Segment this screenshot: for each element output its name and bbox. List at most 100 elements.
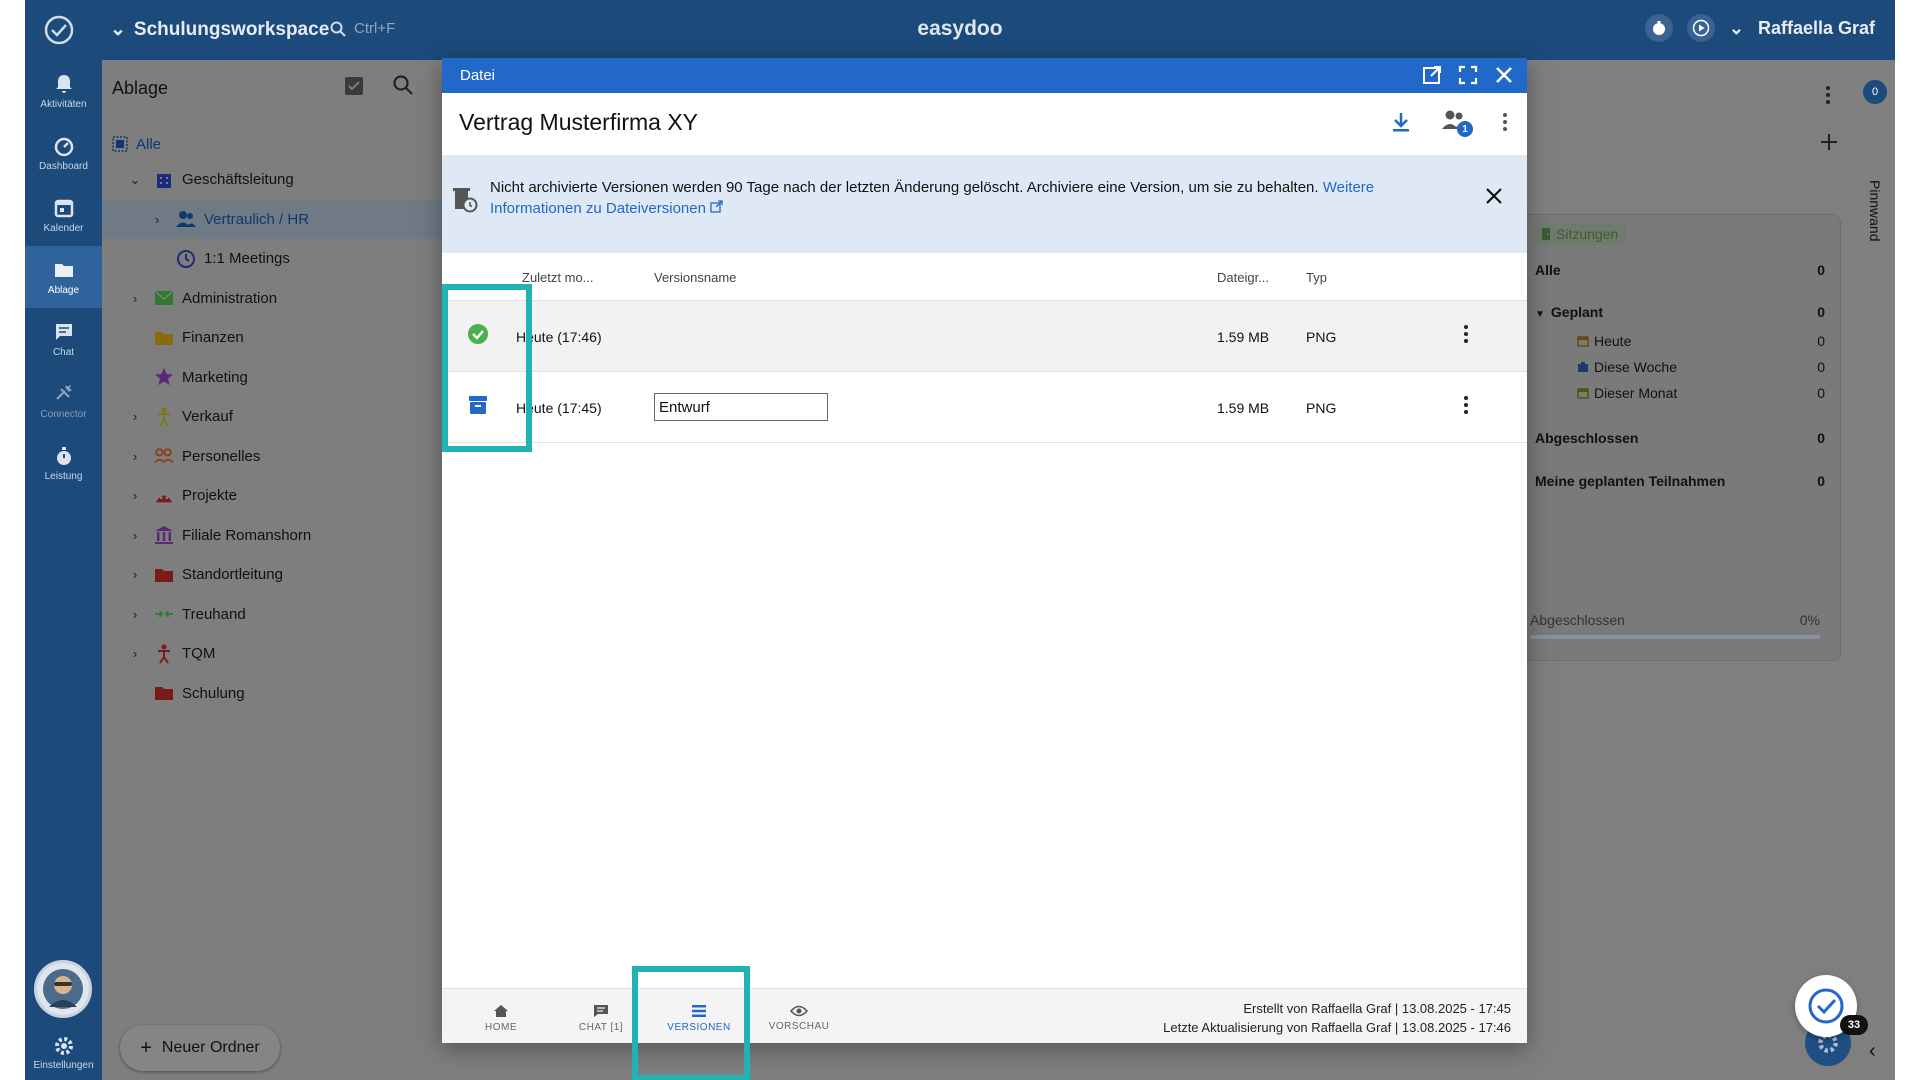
meetings-row-label: Dieser Monat [1594,385,1678,401]
meetings-row-label: Geplant [1550,304,1604,320]
folder-tqm[interactable]: › TQM [102,634,442,674]
rail-label: Ablage [47,285,80,296]
close-icon[interactable] [1485,187,1503,205]
tab-vorschau[interactable]: VORSCHAU [750,997,848,1039]
chevron-right-icon[interactable]: › [128,607,142,622]
caret-down-icon[interactable]: ▼ [1535,309,1545,320]
global-search[interactable]: Ctrl+F [330,20,395,37]
rail-item-leistung[interactable]: Leistung [25,432,102,494]
chevron-down-icon[interactable]: ⌄ [128,172,142,188]
meetings-row-heute[interactable]: Heute 0 [1535,333,1825,349]
version-name-input[interactable] [654,393,828,421]
avatar[interactable] [34,960,92,1018]
meetings-row-diese-woche[interactable]: Diese Woche 0 [1535,359,1825,375]
table-row[interactable]: Heute (17:46) 1.59 MB PNG [442,301,1527,372]
tab-home[interactable]: HOME [452,997,550,1039]
folder-treuhand[interactable]: › Treuhand [102,595,442,635]
clock-cycle-icon [176,249,196,269]
rail-item-dashboard[interactable]: Dashboard [25,122,102,184]
folder-administration[interactable]: › Administration [102,279,442,319]
plus-icon[interactable] [1819,132,1839,152]
folder-marketing[interactable]: Marketing [102,358,442,398]
workspace-selector[interactable]: ⌄ Schulungsworkspace [110,18,329,41]
pinnwand-count: 0 [1863,80,1887,104]
folder-personelles[interactable]: › Personelles [102,437,442,477]
envelope-icon [154,288,174,308]
retention-notice: Nicht archivierte Versionen werden 90 Ta… [442,155,1527,253]
table-row[interactable]: Heute (17:45) 1.59 MB PNG [442,372,1527,443]
folder-1-1-meetings[interactable]: 1:1 Meetings [102,239,442,279]
folder-finanzen[interactable]: Finanzen [102,318,442,358]
stopwatch-icon[interactable] [1644,14,1673,42]
calendar-icon [1577,388,1589,399]
connector-icon [55,384,72,400]
meetings-row-alle[interactable]: Alle 0 [1535,262,1825,278]
pinnwand-sidebar[interactable]: 0 Pinnwand ‹ [1855,60,1895,1080]
open-external-icon[interactable] [1421,64,1443,86]
folder-vertraulich-hr[interactable]: › Vertraulich / HR [102,199,442,239]
chevron-right-icon[interactable]: › [128,567,142,582]
file-actions: 1 [1391,109,1509,137]
versions-table: Zuletzt mo... Versionsname Dateigr... Ty… [442,253,1527,443]
folder-projekte[interactable]: › Projekte [102,476,442,516]
meetings-progress: Abgeschlossen 0% [1530,612,1820,628]
gear-icon [54,1036,73,1055]
tasks-count-badge: 33 [1840,1015,1868,1035]
stopwatch-icon [56,447,71,465]
checklist-icon[interactable] [342,74,366,98]
folder-standortleitung[interactable]: › Standortleitung [102,555,442,595]
rail-item-aktivitaeten[interactable]: Aktivitäten [25,60,102,122]
building-icon [154,170,174,190]
meetings-row-count: 0 [1817,304,1825,320]
column-header-name[interactable]: Versionsname [654,270,736,285]
robot-icon [154,486,174,506]
more-vertical-icon[interactable] [1462,323,1470,345]
new-folder-label: Neuer Ordner [161,1039,260,1056]
more-vertical-icon[interactable] [1823,84,1833,106]
folder-filiale-romanshorn[interactable]: › Filiale Romanshorn [102,516,442,556]
chevron-right-icon[interactable]: › [128,291,142,306]
close-icon[interactable] [1493,64,1515,86]
user-name[interactable]: Raffaella Graf [1758,18,1875,39]
play-icon[interactable] [1686,14,1715,42]
rail-item-einstellungen[interactable]: Einstellungen [25,1025,102,1080]
chevron-down-icon[interactable]: ⌄ [1729,18,1744,39]
rail-item-chat[interactable]: Chat [25,308,102,370]
chevron-right-icon[interactable]: › [128,528,142,543]
chevron-right-icon[interactable]: › [128,488,142,503]
more-vertical-icon[interactable] [1501,111,1509,133]
download-icon[interactable] [1391,111,1411,133]
meetings-row-abgeschlossen[interactable]: Abgeschlossen 0 [1535,430,1825,446]
folder-schulung[interactable]: Schulung [102,674,442,714]
dialog-header: Vertrag Musterfirma XY 1 [442,93,1527,155]
folder-geschaeftsleitung[interactable]: ⌄ Geschäftsleitung [102,160,442,200]
chevron-left-icon[interactable]: ‹ [1869,1040,1876,1063]
rail-item-connector[interactable]: Connector [25,370,102,432]
folder-verkauf[interactable]: › Verkauf [102,397,442,437]
more-vertical-icon[interactable] [1462,394,1470,416]
column-header-type[interactable]: Typ [1306,270,1327,285]
meetings-row-count: 0 [1817,359,1825,375]
rail-item-kalender[interactable]: Kalender [25,184,102,246]
chevron-right-icon[interactable]: › [128,449,142,464]
rail-item-ablage[interactable]: Ablage [25,246,102,308]
check-circle-icon[interactable] [467,323,489,345]
app-logo-icon[interactable] [43,14,75,46]
column-header-size[interactable]: Dateigr... [1217,270,1269,285]
meetings-row-teilnahmen[interactable]: Meine geplanten Teilnahmen 0 [1535,473,1825,489]
chevron-right-icon[interactable]: › [128,646,142,661]
filter-all[interactable]: Alle [112,132,432,156]
search-icon[interactable] [392,74,414,96]
tab-chat[interactable]: CHAT [1] [552,997,650,1039]
archive-icon[interactable] [467,394,489,416]
folder-icon [54,264,73,277]
meetings-row-geplant[interactable]: ▼ Geplant 0 [1535,304,1825,320]
meetings-row-dieser-monat[interactable]: Dieser Monat 0 [1535,385,1825,401]
new-folder-button[interactable]: + Neuer Ordner [120,1025,280,1071]
chevron-right-icon[interactable]: › [128,409,142,424]
members-button[interactable]: 1 [1441,109,1473,137]
column-header-modified[interactable]: Zuletzt mo... [522,270,594,285]
fullscreen-icon[interactable] [1457,64,1479,86]
tab-versionen[interactable]: VERSIONEN [650,997,748,1039]
chevron-right-icon[interactable]: › [150,212,164,227]
